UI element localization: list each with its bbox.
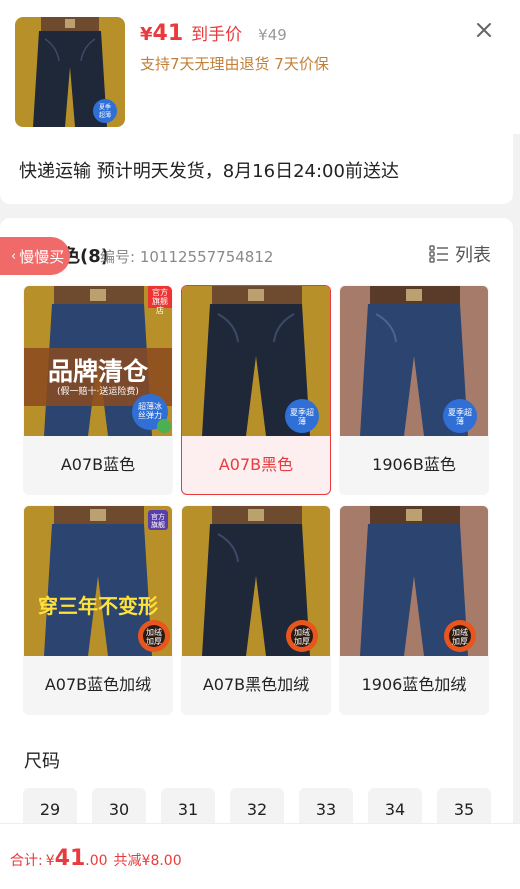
product-image: 夏季超薄	[340, 286, 488, 436]
sticker-badge: 夏季超薄	[448, 408, 472, 426]
price-currency: ¥	[140, 24, 153, 45]
chevron-left-icon: ‹	[11, 248, 17, 264]
color-option-label: A07B黑色	[218, 455, 294, 474]
close-icon[interactable]	[472, 18, 496, 42]
color-options-grid: 官方旗舰店 品牌清仓 (假一赔十·送运险费) 超薄冰丝弹力 A07B蓝色 夏季超…	[23, 285, 493, 715]
list-icon	[429, 245, 448, 263]
product-image: 官方旗舰 穿三年不变形 加绒加厚	[24, 506, 172, 656]
service-promise: 支持7天无理由退货 7天价保	[140, 55, 329, 73]
promo-overlay: 穿三年不变形	[38, 594, 158, 618]
sticker-badge: 加绒加厚	[452, 628, 468, 646]
sticker-badge: 超薄冰丝弹力	[138, 402, 162, 420]
shipping-text: 快递运输 预计明天发货，8月16日24:00前送达	[19, 161, 399, 182]
list-view-button[interactable]: 列表	[429, 241, 491, 267]
promo-overlay-sub: (假一赔十·送运险费)	[57, 387, 139, 397]
total-label: 合计:	[10, 853, 43, 869]
color-option-label: 1906蓝色加绒	[361, 675, 467, 694]
total-decimal: .00	[85, 853, 108, 869]
color-option-selected[interactable]: 夏季超薄 A07B黑色	[181, 285, 331, 495]
color-header: 色(8) 编号: 10112557754812 列表	[0, 240, 513, 270]
total-integer: 41	[54, 846, 86, 871]
final-price-label: 到手价	[191, 25, 243, 45]
color-option[interactable]: 夏季超薄 1906B蓝色	[339, 285, 489, 495]
product-thumbnail: 夏季 超薄	[15, 17, 125, 127]
slow-buy-tag[interactable]: ‹ 慢慢买	[0, 237, 70, 275]
sticker-badge: 夏季超薄	[290, 408, 314, 426]
color-option-label: 1906B蓝色	[372, 455, 456, 474]
official-badge: 官方旗舰	[151, 513, 165, 529]
slow-buy-label: 慢慢买	[19, 247, 65, 266]
total-currency: ¥	[45, 853, 55, 869]
product-image: 官方旗舰店 品牌清仓 (假一赔十·送运险费) 超薄冰丝弹力	[24, 286, 172, 436]
size-section-title: 尺码	[24, 751, 60, 772]
promo-overlay: 品牌清仓	[47, 357, 148, 386]
product-image: 加绒加厚	[182, 506, 330, 656]
sticker-badge: 加绒加厚	[294, 628, 310, 646]
color-option[interactable]: 官方旗舰 穿三年不变形 加绒加厚 A07B蓝色加绒	[23, 505, 173, 715]
color-option[interactable]: 官方旗舰店 品牌清仓 (假一赔十·送运险费) 超薄冰丝弹力 A07B蓝色	[23, 285, 173, 495]
color-option-label: A07B黑色加绒	[202, 675, 310, 694]
color-option[interactable]: 加绒加厚 A07B黑色加绒	[181, 505, 331, 715]
sticker-badge: 加绒加厚	[146, 628, 162, 646]
official-badge: 官方旗舰店	[152, 288, 168, 315]
price-value: 41	[152, 21, 184, 46]
svg-text:超薄: 超薄	[99, 111, 111, 119]
total-price: 合计: ¥ 41 .00 共减¥8.00	[10, 846, 182, 871]
shipping-info: 快递运输 预计明天发货，8月16日24:00前送达	[0, 134, 513, 204]
product-image: 夏季超薄	[182, 286, 330, 436]
product-header: 夏季 超薄 ¥ 41 到手价 ¥49 支持7天无理由退货 7天价保	[0, 0, 520, 134]
product-code: 编号: 10112557754812	[100, 248, 274, 266]
color-option-label: A07B蓝色	[60, 455, 136, 474]
product-image: 加绒加厚	[340, 506, 488, 656]
original-price: ¥49	[258, 26, 287, 44]
svg-text:夏季: 夏季	[99, 103, 111, 111]
discount-amount: 共减¥8.00	[113, 853, 182, 869]
price-row: ¥ 41 到手价 ¥49	[140, 20, 287, 46]
list-view-label: 列表	[455, 245, 491, 266]
color-option[interactable]: 加绒加厚 1906蓝色加绒	[339, 505, 489, 715]
color-option-label: A07B蓝色加绒	[44, 675, 152, 694]
bottom-bar: 合计: ¥ 41 .00 共减¥8.00	[0, 823, 520, 889]
